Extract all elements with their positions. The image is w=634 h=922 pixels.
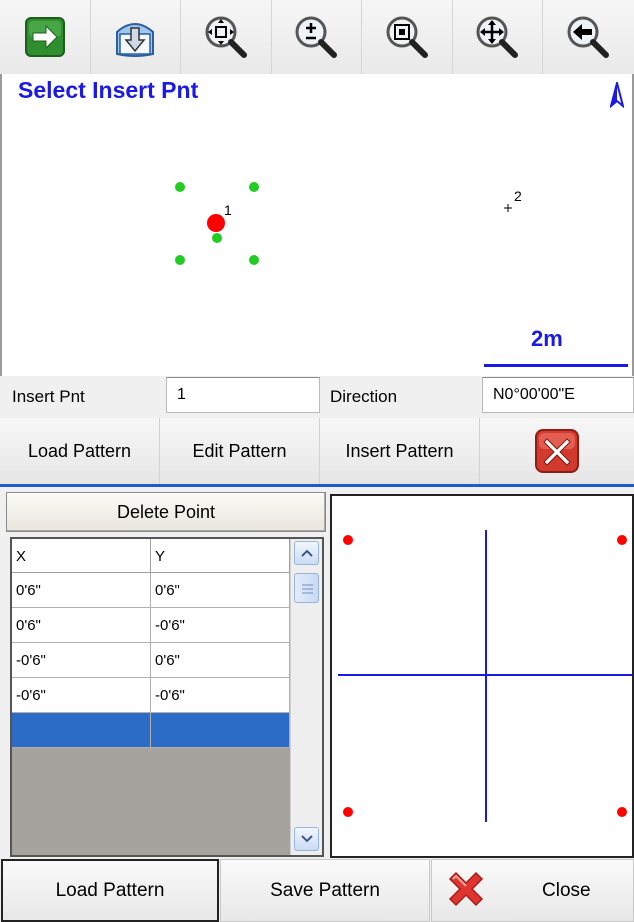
insert-fields: Insert Pnt 1 Direction N0°00'00"E (0, 376, 634, 418)
scale-label: 2m (531, 326, 563, 351)
cell-y[interactable]: 0'6" (151, 573, 290, 608)
red-x-icon (448, 871, 484, 906)
pattern-preview (330, 494, 634, 858)
map-view[interactable]: Select Insert Pnt 1 2 2m (0, 74, 634, 376)
chevron-down-icon (300, 835, 313, 843)
toolbar (0, 0, 634, 74)
save-pattern-button[interactable]: Save Pattern (220, 859, 430, 922)
point-label: 1 (224, 202, 232, 218)
scroll-down-button[interactable] (294, 827, 319, 851)
direction-input[interactable]: N0°00'00"E (482, 377, 634, 413)
cell-y[interactable]: -0'6" (151, 608, 290, 643)
cell-y[interactable]: 0'6" (151, 643, 290, 678)
pattern-point (249, 255, 259, 265)
direction-label: Direction (330, 387, 398, 406)
column-header-x[interactable]: X (12, 539, 151, 573)
vertical-scrollbar[interactable] (290, 539, 322, 855)
insert-point (207, 214, 225, 232)
bottom-load-pattern-button[interactable]: Load Pattern (1, 859, 219, 922)
cell-y[interactable] (151, 713, 290, 748)
table-row[interactable]: -0'6" -0'6" (12, 678, 290, 713)
zoom-window-button[interactable] (362, 0, 453, 74)
action-bar: Load Pattern Edit Pattern Insert Pattern (0, 418, 634, 484)
edit-pattern-button[interactable]: Edit Pattern (160, 418, 320, 484)
close-button[interactable]: Close (431, 859, 634, 922)
load-pattern-button[interactable]: Load Pattern (0, 418, 160, 484)
grip-icon (302, 584, 313, 594)
red-x-icon (535, 429, 579, 473)
insert-pattern-button[interactable]: Insert Pattern (320, 418, 480, 484)
zoom-window-icon (386, 16, 428, 58)
pattern-grid[interactable]: X Y 0'6" 0'6" 0'6" -0'6" -0'6" 0'6" -0'6… (10, 537, 324, 857)
pattern-point (343, 807, 353, 817)
zoom-in-out-button[interactable] (271, 0, 362, 74)
next-button[interactable] (0, 0, 91, 74)
pattern-preview-canvas (338, 530, 632, 822)
cell-x[interactable]: 0'6" (12, 573, 151, 608)
cell-x[interactable]: 0'6" (12, 608, 151, 643)
zoom-previous-icon (567, 16, 610, 58)
pattern-editor: Delete Point X Y 0'6" 0'6" 0'6" -0'6" -0… (0, 487, 634, 859)
pattern-point (212, 233, 222, 243)
insert-pnt-label: Insert Pnt (12, 387, 85, 406)
point-label: 2 (514, 188, 522, 204)
download-arrow-icon (116, 23, 155, 57)
zoom-plus-minus-icon (295, 16, 338, 58)
zoom-extents-button[interactable] (181, 0, 272, 74)
column-header-y[interactable]: Y (151, 539, 290, 573)
insert-pnt-input[interactable]: 1 (166, 377, 320, 413)
scroll-thumb[interactable] (294, 573, 319, 603)
green-arrow-right-icon (24, 17, 65, 57)
pattern-point (343, 535, 353, 545)
cell-y[interactable]: -0'6" (151, 678, 290, 713)
zoom-extents-icon (205, 16, 247, 58)
chevron-up-icon (300, 549, 313, 557)
zoom-previous-button[interactable] (543, 0, 634, 74)
cell-x[interactable]: -0'6" (12, 643, 151, 678)
cancel-button[interactable] (480, 418, 634, 484)
cell-x[interactable] (12, 713, 151, 748)
scale-bar (484, 364, 628, 367)
table-row[interactable]: 0'6" -0'6" (12, 608, 290, 643)
pattern-point (617, 807, 627, 817)
close-label: Close (542, 879, 591, 901)
scroll-up-button[interactable] (294, 541, 319, 565)
download-button[interactable] (90, 0, 181, 74)
zoom-pan-button[interactable] (452, 0, 543, 74)
table-row[interactable]: -0'6" 0'6" (12, 643, 290, 678)
point-cross (504, 204, 512, 212)
pattern-point (249, 182, 259, 192)
pattern-point (175, 182, 185, 192)
delete-point-button[interactable]: Delete Point (6, 492, 326, 532)
bottom-bar: Load Pattern Save Pattern Close (0, 859, 634, 922)
cell-x[interactable]: -0'6" (12, 678, 151, 713)
table-row-selected[interactable] (12, 713, 290, 748)
table-row[interactable]: 0'6" 0'6" (12, 573, 290, 608)
zoom-pan-icon (476, 16, 519, 58)
grid-header: X Y (12, 539, 290, 573)
pattern-point (175, 255, 185, 265)
pattern-point (617, 535, 627, 545)
